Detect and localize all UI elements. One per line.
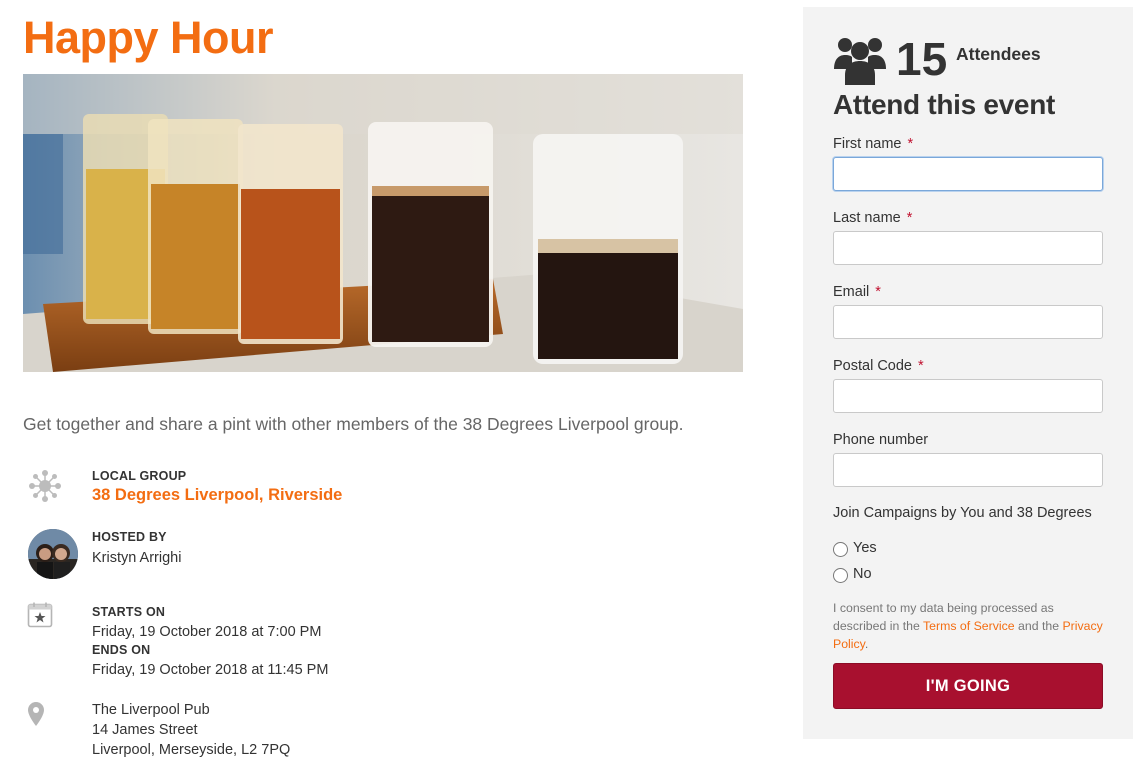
im-going-button[interactable]: I'M GOING bbox=[833, 663, 1103, 709]
ends-value: Friday, 19 October 2018 at 11:45 PM bbox=[92, 662, 329, 678]
terms-link[interactable]: Terms of Service bbox=[923, 619, 1015, 633]
map-pin-icon bbox=[28, 702, 44, 731]
users-icon bbox=[833, 35, 887, 90]
phone-field: Phone number bbox=[833, 431, 1103, 487]
attendee-count: 15 bbox=[896, 33, 948, 85]
no-label: No bbox=[853, 566, 872, 582]
beer-flight-photo bbox=[23, 74, 743, 372]
email-field: Email * bbox=[833, 283, 1103, 339]
local-group-detail: LOCAL GROUP 38 Degrees Liverpool, Rivers… bbox=[23, 468, 743, 508]
event-title: Happy Hour bbox=[23, 12, 274, 63]
host-detail: HOSTED BY Kristyn Arrighi bbox=[23, 529, 743, 579]
calendar-star-icon bbox=[27, 602, 53, 633]
postal-code-field: Postal Code * bbox=[833, 357, 1103, 413]
consent-text: I consent to my data being processed as … bbox=[833, 601, 1103, 651]
local-group-label: LOCAL GROUP bbox=[92, 469, 187, 483]
join-question: Join Campaigns by You and 38 Degrees bbox=[833, 505, 1092, 521]
rsvp-panel: 15 Attendees Attend this event First nam… bbox=[803, 7, 1133, 739]
last-name-label: Last name * bbox=[833, 210, 913, 226]
first-name-field: First name * bbox=[833, 135, 1103, 191]
date-detail: STARTS ON Friday, 19 October 2018 at 7:0… bbox=[23, 602, 743, 678]
ends-label: ENDS ON bbox=[92, 643, 151, 657]
yes-label: Yes bbox=[853, 540, 877, 556]
last-name-field: Last name * bbox=[833, 209, 1103, 265]
host-label: HOSTED BY bbox=[92, 530, 167, 544]
first-name-input[interactable] bbox=[833, 157, 1103, 191]
attendee-label: Attendees bbox=[956, 44, 1041, 64]
local-group-link[interactable]: 38 Degrees Liverpool, Riverside bbox=[92, 484, 342, 506]
venue-name: The Liverpool Pub bbox=[92, 702, 210, 718]
last-name-input[interactable] bbox=[833, 231, 1103, 265]
venue-city: Liverpool, Merseyside, L2 7PQ bbox=[92, 742, 291, 758]
postal-code-input[interactable] bbox=[833, 379, 1103, 413]
phone-input[interactable] bbox=[833, 453, 1103, 487]
email-input[interactable] bbox=[833, 305, 1103, 339]
yes-radio[interactable] bbox=[833, 542, 848, 557]
no-radio[interactable] bbox=[833, 568, 848, 583]
event-description: Get together and share a pint with other… bbox=[23, 414, 684, 434]
host-name: Kristyn Arrighi bbox=[92, 550, 182, 566]
email-label: Email * bbox=[833, 284, 881, 300]
network-icon bbox=[29, 470, 61, 507]
postal-code-label: Postal Code * bbox=[833, 358, 924, 374]
attend-heading: Attend this event bbox=[833, 89, 1056, 120]
starts-label: STARTS ON bbox=[92, 605, 166, 619]
venue-street: 14 James Street bbox=[92, 722, 198, 738]
event-hero-image bbox=[23, 74, 743, 372]
first-name-label: First name * bbox=[833, 136, 914, 152]
host-avatar bbox=[28, 529, 78, 579]
location-detail: The Liverpool Pub 14 James Street Liverp… bbox=[23, 700, 743, 760]
phone-label: Phone number bbox=[833, 432, 929, 448]
starts-value: Friday, 19 October 2018 at 7:00 PM bbox=[92, 624, 322, 640]
